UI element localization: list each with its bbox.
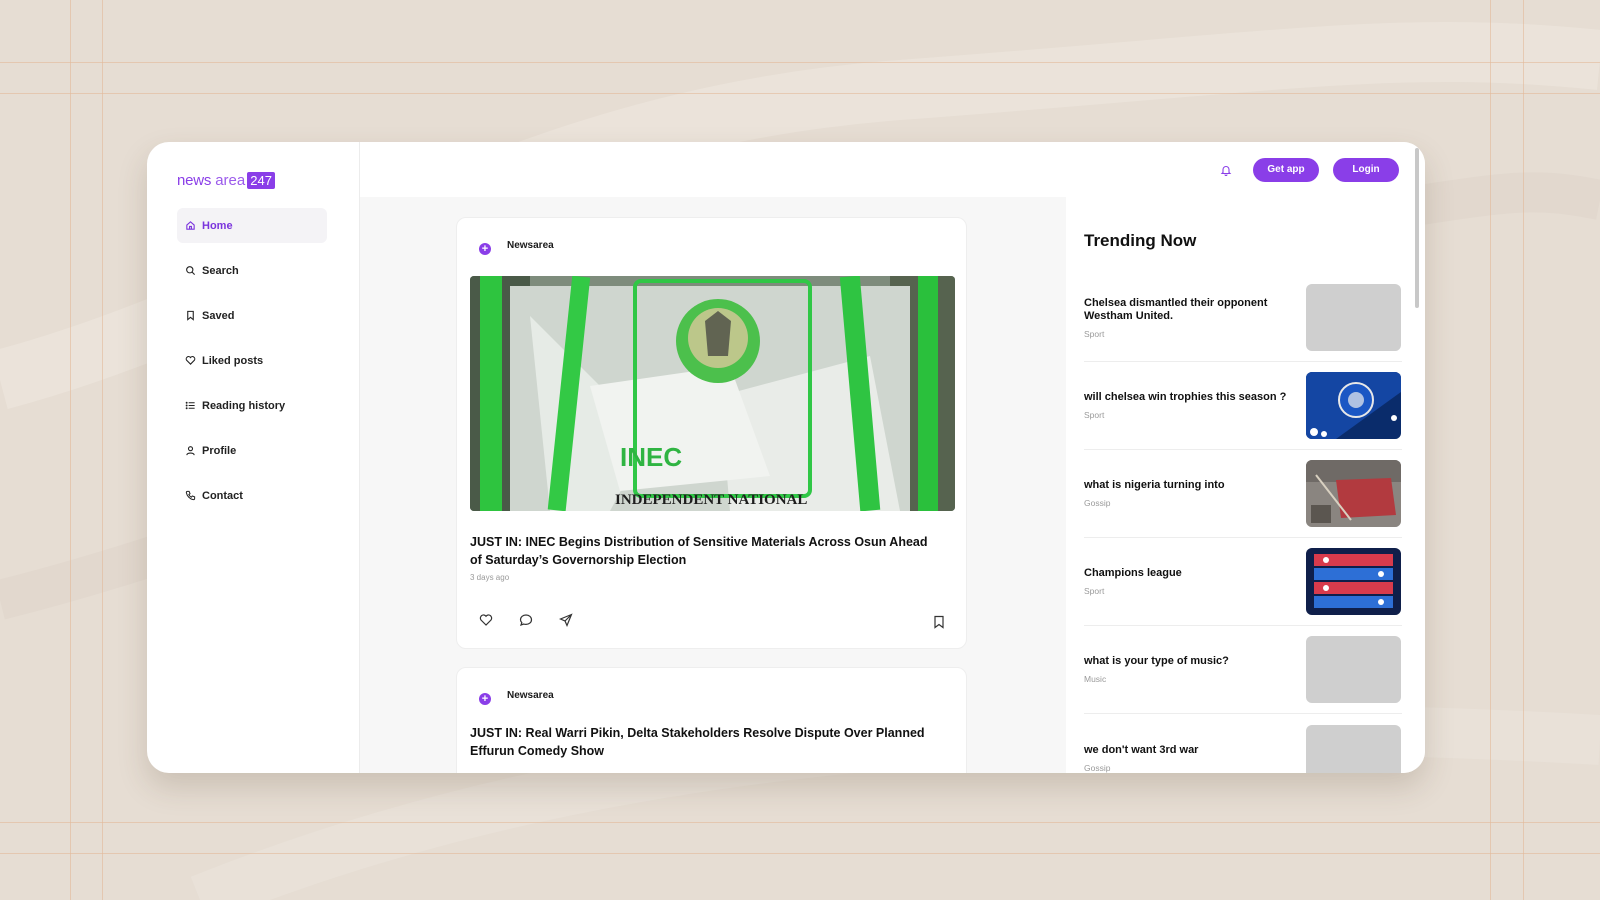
logo-text-news: news bbox=[177, 171, 212, 189]
sidebar-item-label: Home bbox=[202, 219, 233, 232]
guide-line bbox=[0, 853, 1600, 854]
image-caption-text: INDEPENDENT NATIONAL bbox=[615, 492, 807, 508]
post-card[interactable]: + Newsarea JUST IN: Real Warri Pikin, De… bbox=[456, 667, 967, 773]
list-icon bbox=[184, 400, 196, 412]
trending-category: Sport bbox=[1084, 410, 1105, 420]
share-send-icon[interactable] bbox=[559, 613, 573, 627]
post-image[interactable]: INEC INDEPENDENT NATIONAL bbox=[470, 276, 955, 511]
trending-thumbnail[interactable] bbox=[1306, 548, 1401, 615]
trending-item[interactable]: will chelsea win trophies this season ? … bbox=[1084, 362, 1402, 450]
logo-badge: 247 bbox=[247, 171, 275, 189]
sidebar-item-label: Contact bbox=[202, 489, 243, 502]
trending-category: Gossip bbox=[1084, 498, 1111, 508]
get-app-button[interactable]: Get app bbox=[1253, 157, 1319, 182]
main-area: Get app Login + Newsarea INEC INDEPENDEN… bbox=[360, 142, 1425, 773]
post-title[interactable]: JUST IN: INEC Begins Distribution of Sen… bbox=[470, 533, 938, 569]
sidebar-item-search[interactable]: Search bbox=[177, 253, 327, 288]
trending-headline[interactable]: what is nigeria turning into bbox=[1084, 479, 1298, 492]
trending-title: Trending Now bbox=[1084, 231, 1197, 250]
bell-icon[interactable] bbox=[1219, 163, 1233, 177]
trending-thumbnail[interactable] bbox=[1306, 724, 1401, 773]
trending-headline[interactable]: Champions league bbox=[1084, 567, 1298, 580]
street-scene-image bbox=[1306, 460, 1401, 527]
chelsea-flag-image bbox=[1306, 372, 1401, 439]
sidebar-item-saved[interactable]: Saved bbox=[177, 298, 327, 333]
trending-category: Sport bbox=[1084, 586, 1105, 596]
trending-thumbnail[interactable] bbox=[1306, 636, 1401, 703]
trending-thumbnail[interactable] bbox=[1306, 372, 1401, 439]
sidebar: news area 247 Home Search Saved Liked po… bbox=[147, 142, 360, 773]
sidebar-item-profile[interactable]: Profile bbox=[177, 433, 327, 468]
sidebar-item-label: Search bbox=[202, 264, 239, 277]
post-card[interactable]: + Newsarea INEC INDEPENDENT NATIONAL JUS… bbox=[456, 217, 967, 649]
trending-item[interactable]: Chelsea dismantled their opponent Westha… bbox=[1084, 274, 1402, 362]
home-icon bbox=[184, 220, 196, 232]
trending-category: Sport bbox=[1084, 328, 1105, 339]
logo-text-area: area bbox=[215, 171, 246, 189]
sidebar-item-reading-history[interactable]: Reading history bbox=[177, 388, 327, 423]
trending-item[interactable]: we don't want 3rd war Gossip bbox=[1084, 714, 1402, 773]
sidebar-item-label: Saved bbox=[202, 309, 235, 322]
post-timestamp: 3 days ago bbox=[470, 573, 510, 582]
guide-line bbox=[102, 0, 103, 900]
guide-line bbox=[1490, 0, 1491, 900]
trending-headline[interactable]: we don't want 3rd war bbox=[1084, 744, 1298, 757]
sidebar-item-label: Profile bbox=[202, 444, 237, 457]
sidebar-item-label: Liked posts bbox=[202, 354, 264, 367]
guide-line bbox=[0, 62, 1600, 63]
like-heart-icon[interactable] bbox=[479, 613, 493, 627]
news-feed[interactable]: + Newsarea INEC INDEPENDENT NATIONAL JUS… bbox=[360, 197, 1066, 773]
user-icon bbox=[184, 445, 196, 457]
trending-category: Gossip bbox=[1084, 762, 1111, 773]
sidebar-item-contact[interactable]: Contact bbox=[177, 478, 327, 513]
post-title[interactable]: JUST IN: Real Warri Pikin, Delta Stakeho… bbox=[470, 724, 938, 760]
sidebar-item-label: Reading history bbox=[202, 399, 286, 412]
bookmark-icon bbox=[184, 310, 196, 322]
champions-league-image bbox=[1306, 548, 1401, 615]
guide-line bbox=[0, 822, 1600, 823]
guide-line bbox=[0, 93, 1600, 94]
author-avatar[interactable]: + bbox=[471, 685, 491, 705]
plus-icon: + bbox=[479, 243, 491, 255]
trending-panel: Trending Now Chelsea dismantled their op… bbox=[1066, 197, 1425, 773]
trending-item[interactable]: Champions league Sport bbox=[1084, 538, 1402, 626]
post-author[interactable]: Newsarea bbox=[507, 240, 554, 251]
logo[interactable]: news area 247 bbox=[177, 170, 359, 190]
scrollbar[interactable] bbox=[1415, 148, 1419, 308]
svg-text:INEC: INEC bbox=[620, 442, 682, 472]
trending-headline[interactable]: what is your type of music? bbox=[1084, 655, 1298, 668]
trending-thumbnail[interactable] bbox=[1306, 284, 1401, 351]
trending-thumbnail[interactable] bbox=[1306, 460, 1401, 527]
plus-icon: + bbox=[479, 693, 491, 705]
heart-icon bbox=[184, 355, 196, 367]
app-window: news area 247 Home Search Saved Liked po… bbox=[147, 142, 1425, 773]
sidebar-item-liked-posts[interactable]: Liked posts bbox=[177, 343, 327, 378]
guide-line bbox=[1523, 0, 1524, 900]
author-avatar[interactable]: + bbox=[471, 235, 491, 255]
post-actions bbox=[457, 582, 966, 632]
comment-icon[interactable] bbox=[519, 613, 533, 627]
ballot-box-image: INEC INDEPENDENT NATIONAL bbox=[470, 276, 955, 511]
search-icon bbox=[184, 265, 196, 277]
post-header: + Newsarea bbox=[457, 668, 966, 708]
trending-category: Music bbox=[1084, 674, 1107, 684]
post-author[interactable]: Newsarea bbox=[507, 690, 554, 701]
trending-item[interactable]: what is nigeria turning into Gossip bbox=[1084, 450, 1402, 538]
post-header: + Newsarea bbox=[457, 218, 966, 258]
top-bar: Get app Login bbox=[360, 142, 1425, 197]
login-button[interactable]: Login bbox=[1333, 157, 1399, 182]
trending-item[interactable]: what is your type of music? Music bbox=[1084, 626, 1402, 714]
save-bookmark-icon[interactable] bbox=[933, 615, 945, 629]
trending-headline[interactable]: will chelsea win trophies this season ? bbox=[1084, 391, 1298, 404]
sidebar-item-home[interactable]: Home bbox=[177, 208, 327, 243]
phone-icon bbox=[184, 490, 196, 502]
trending-headline[interactable]: Chelsea dismantled their opponent Westha… bbox=[1084, 297, 1298, 323]
guide-line bbox=[70, 0, 71, 900]
